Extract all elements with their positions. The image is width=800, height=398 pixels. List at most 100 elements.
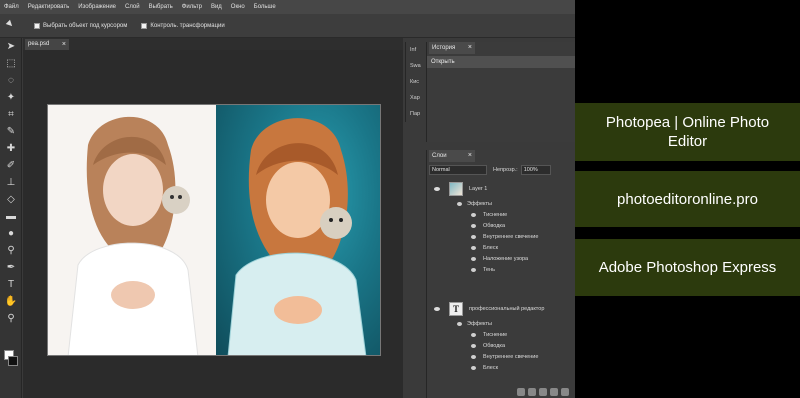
paragraph-panel-tab[interactable]: Пар (406, 106, 425, 122)
zoom-tool-icon[interactable]: ⚲ (0, 310, 22, 327)
layer-row[interactable]: Layer 1 (427, 182, 575, 196)
effect-name: Тиснение (483, 212, 508, 218)
effect-row[interactable]: Блеск (427, 243, 575, 254)
eye-icon[interactable] (471, 333, 476, 337)
eye-icon[interactable] (434, 187, 440, 191)
effect-name: Обводка (483, 223, 506, 229)
effect-name: Тень (483, 267, 496, 273)
menu-filter[interactable]: Фильтр (182, 4, 202, 10)
canvas-area (23, 50, 403, 398)
eye-icon[interactable] (471, 366, 476, 370)
eye-icon[interactable] (471, 268, 476, 272)
effects-row[interactable]: Эффекты (427, 319, 575, 330)
menu-view[interactable]: Вид (211, 4, 222, 10)
gradient-icon[interactable]: ▬ (0, 208, 22, 225)
close-icon[interactable]: × (62, 39, 66, 50)
layers-tab-label: Слои (432, 153, 447, 159)
eye-icon[interactable] (457, 202, 462, 206)
effect-row[interactable]: Тиснение (427, 330, 575, 341)
lasso-tool-icon[interactable]: ◌ (0, 72, 22, 89)
brushes-panel-tab[interactable]: Кис (406, 74, 425, 90)
girl-painting-effect (227, 118, 367, 355)
transform-controls-checkbox[interactable] (141, 22, 148, 29)
menu-more[interactable]: Больше (254, 4, 276, 10)
effect-row[interactable]: Обводка (427, 221, 575, 232)
document-tab[interactable]: pea.psd × (25, 39, 69, 50)
background-color-swatch[interactable] (8, 356, 18, 366)
effect-row[interactable]: Обводка (427, 341, 575, 352)
effects-label: Эффекты (467, 321, 493, 327)
menu-select[interactable]: Выбрать (149, 4, 173, 10)
transform-controls-label: Контроль. трансформации (150, 22, 225, 29)
link-layers-icon[interactable] (517, 388, 525, 396)
eyedropper-icon[interactable]: ✎ (0, 123, 22, 140)
eye-icon[interactable] (471, 355, 476, 359)
eye-icon[interactable] (471, 224, 476, 228)
blur-icon[interactable]: ● (0, 225, 22, 242)
eye-icon[interactable] (471, 235, 476, 239)
close-icon[interactable]: × (468, 150, 472, 162)
menu-edit[interactable]: Редактировать (28, 4, 69, 10)
effect-name: Обводка (483, 343, 506, 349)
effect-name: Блеск (483, 245, 498, 251)
clone-stamp-icon[interactable]: ⊥ (0, 174, 22, 191)
opacity-label: Непрозр.: (493, 167, 518, 173)
mask-icon[interactable] (539, 388, 547, 396)
eye-icon[interactable] (471, 213, 476, 217)
history-panel: История × Открыть (426, 42, 575, 142)
pen-icon[interactable]: ✒ (0, 259, 22, 276)
type-tool-icon[interactable]: T (0, 276, 22, 293)
eraser-icon[interactable]: ◇ (0, 191, 22, 208)
close-icon[interactable]: × (468, 42, 472, 54)
effect-row[interactable]: Тиснение (427, 210, 575, 221)
history-item[interactable]: Открыть (427, 56, 575, 68)
effect-row[interactable]: Тень (427, 265, 575, 276)
effect-row[interactable]: Наложение узора (427, 254, 575, 265)
menu-file[interactable]: Файл (4, 4, 19, 10)
eye-icon[interactable] (471, 344, 476, 348)
effect-row[interactable]: Внутреннее свечение (427, 352, 575, 363)
blend-mode-select[interactable]: Normal (429, 165, 487, 175)
magic-wand-icon[interactable]: ✦ (0, 89, 22, 106)
menu-bar: Файл Редактировать Изображение Слой Выбр… (0, 0, 575, 14)
crop-tool-icon[interactable]: ⌗ (0, 106, 22, 123)
info-box-photoshop-express: Adobe Photoshop Express (575, 239, 800, 296)
tools-panel: ➤ ⬚ ◌ ✦ ⌗ ✎ ✚ ✐ ⊥ ◇ ▬ ● ⚲ ✒ T ✋ ⚲ (0, 38, 22, 398)
trash-icon[interactable] (561, 388, 569, 396)
eye-icon[interactable] (457, 322, 462, 326)
menu-image[interactable]: Изображение (78, 4, 116, 10)
marquee-tool-icon[interactable]: ⬚ (0, 55, 22, 72)
eye-icon[interactable] (471, 257, 476, 261)
healing-brush-icon[interactable]: ✚ (0, 140, 22, 157)
before-photo (48, 105, 216, 355)
new-layer-icon[interactable] (550, 388, 558, 396)
eye-icon[interactable] (434, 307, 440, 311)
auto-select-checkbox[interactable] (34, 22, 40, 29)
menu-window[interactable]: Окно (231, 4, 245, 10)
history-tab-label: История (432, 45, 456, 51)
info-panel-tab[interactable]: Inf (406, 42, 425, 58)
layer-style-icon[interactable] (528, 388, 536, 396)
effect-name: Блеск (483, 365, 498, 371)
effects-row[interactable]: Эффекты (427, 199, 575, 210)
text-layer-row[interactable]: T профессиональный редактор (427, 302, 575, 316)
effect-row[interactable]: Блеск (427, 363, 575, 374)
history-tab[interactable]: История × (429, 42, 475, 54)
layers-panel: Слои × Normal Непрозр.: 100% Layer 1 Эфф… (426, 150, 575, 398)
character-panel-tab[interactable]: Хар (406, 90, 425, 106)
effect-row[interactable]: Внутреннее свечение (427, 232, 575, 243)
opacity-input[interactable]: 100% (520, 165, 551, 175)
dodge-icon[interactable]: ⚲ (0, 242, 22, 259)
image-canvas[interactable] (47, 104, 381, 356)
move-tool-icon (6, 20, 18, 32)
layers-tab[interactable]: Слои × (429, 150, 475, 162)
options-bar: Выбрать объект под курсором Контроль. тр… (0, 14, 575, 38)
menu-layer[interactable]: Слой (125, 4, 140, 10)
eye-icon[interactable] (471, 246, 476, 250)
move-tool-icon[interactable]: ➤ (0, 38, 22, 55)
layers-footer (517, 388, 572, 396)
hand-tool-icon[interactable]: ✋ (0, 293, 22, 310)
swatches-panel-tab[interactable]: Swa (406, 58, 425, 74)
after-painted-photo (216, 105, 380, 355)
brush-icon[interactable]: ✐ (0, 157, 22, 174)
